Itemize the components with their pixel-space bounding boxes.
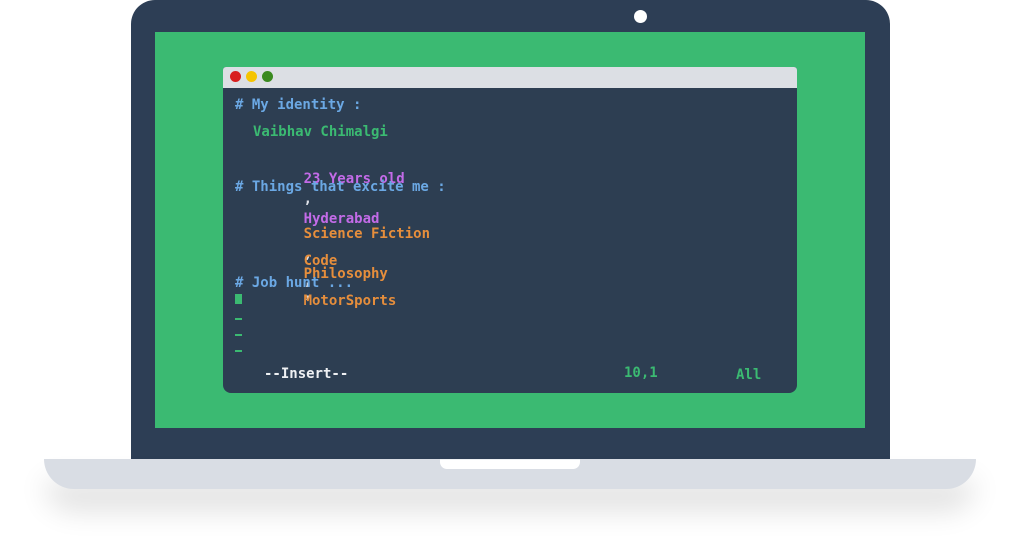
identity-heading: # My identity : (235, 97, 362, 113)
webcam-icon (634, 10, 647, 23)
laptop-base (44, 459, 976, 489)
interest-item: MotorSports (303, 293, 397, 309)
minimize-window-icon[interactable] (246, 71, 257, 82)
empty-line-marker (235, 318, 242, 320)
vim-mode-indicator: --Insert-- (264, 366, 349, 382)
interests-line-2: Code , MotorSports (253, 231, 397, 309)
cursor-position: 10,1 (624, 365, 658, 381)
window-titlebar (223, 67, 797, 88)
close-window-icon[interactable] (230, 71, 241, 82)
interests-line-1: Science Fiction , Philosophy , (253, 204, 430, 302)
name-line: Vaibhav Chimalgi (253, 124, 388, 140)
text-cursor[interactable] (235, 294, 242, 304)
empty-line-marker (235, 350, 242, 352)
scroll-indicator: All (736, 367, 762, 383)
interest-item: Code (303, 253, 338, 269)
maximize-window-icon[interactable] (262, 71, 273, 82)
vim-terminal-window[interactable]: # My identity : Vaibhav Chimalgi 23 Year… (223, 67, 797, 393)
laptop-opening-notch (440, 459, 580, 469)
job-hunt-heading: # Job hunt ... (235, 275, 354, 291)
interests-heading: # Things that excite me : (235, 179, 446, 195)
age-location-line: 23 Years old , Hyderabad (253, 149, 405, 227)
empty-line-marker (235, 334, 242, 336)
laptop-illustration: # My identity : Vaibhav Chimalgi 23 Year… (0, 0, 1020, 547)
